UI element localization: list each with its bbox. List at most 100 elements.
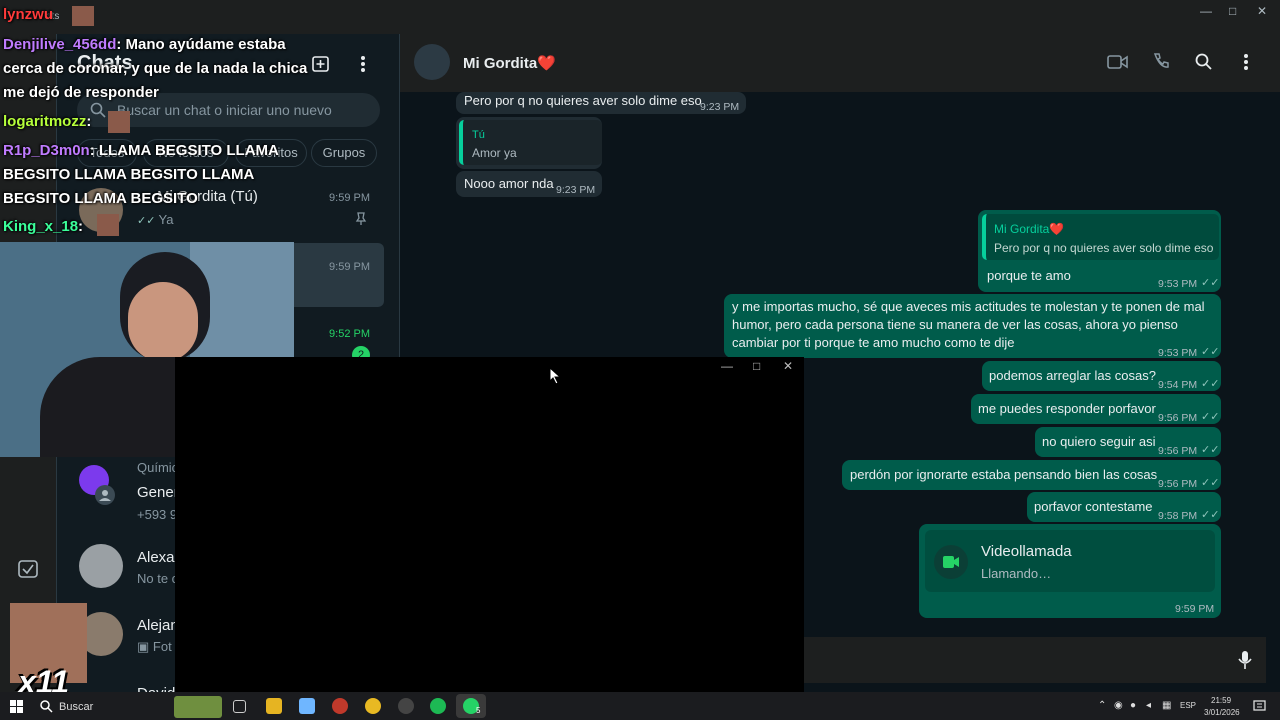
message-incoming[interactable]: Tú Amor ya: [456, 117, 602, 169]
quoted-message[interactable]: Mi Gordita❤️ Pero por q no quieres aver …: [982, 214, 1219, 260]
call-card[interactable]: Videollamada Llamando…: [925, 530, 1215, 592]
avatar: [79, 544, 123, 588]
quote-author: Mi Gordita❤️: [994, 222, 1065, 236]
minimize-button[interactable]: —: [1200, 4, 1212, 18]
message-text: porque te amo: [987, 268, 1071, 283]
message-outgoing[interactable]: perdón por ignorarte estaba pensando bie…: [842, 460, 1221, 490]
microphone-icon[interactable]: ●: [1130, 700, 1136, 711]
filter-groups[interactable]: Grupos: [311, 139, 377, 167]
task-view-icon[interactable]: [233, 700, 246, 713]
call-title: Videollamada: [981, 543, 1072, 560]
read-ticks-icon: ✓✓: [1201, 346, 1220, 358]
chrome-icon[interactable]: [365, 698, 381, 714]
chat-message: BEGSITO LLAMA BEGSITO LLAMA: [3, 166, 255, 183]
file-explorer-icon[interactable]: [266, 698, 282, 714]
quote-text: Pero por q no quieres aver solo dime eso: [994, 241, 1214, 255]
menu-icon[interactable]: [355, 54, 371, 74]
notifications-icon[interactable]: [1253, 700, 1266, 712]
mouse-cursor-icon: [549, 367, 562, 385]
phone-icon[interactable]: [1152, 52, 1170, 70]
group-icon: [95, 485, 115, 505]
compose-bar[interactable]: [804, 637, 1266, 683]
minimize-button[interactable]: —: [721, 359, 733, 373]
search-icon[interactable]: [40, 700, 53, 713]
chat-username: lynzwu: [3, 6, 54, 23]
message-text: no quiero seguir asi: [1042, 434, 1156, 449]
stream-chat-line: lynzwu: [3, 6, 53, 23]
close-button[interactable]: ✕: [783, 359, 793, 373]
chat-message: me dejó de responder: [3, 84, 159, 101]
tray-chevron-icon[interactable]: ⌃: [1098, 700, 1106, 711]
notepad-icon[interactable]: [299, 698, 315, 714]
message-time: 9:53 PM: [1158, 347, 1198, 359]
new-chat-icon[interactable]: [311, 54, 331, 74]
quote-text: Amor ya: [472, 146, 517, 160]
clock-date[interactable]: 3/01/2026: [1204, 708, 1240, 717]
language-indicator[interactable]: ESP: [1180, 701, 1196, 710]
message-time: 9:56 PM: [1158, 478, 1198, 490]
contact-name[interactable]: Mi Gordita❤️: [463, 54, 556, 72]
webcam-face: [128, 282, 198, 362]
group-community: Químic: [137, 460, 179, 475]
windows-start-icon[interactable]: [10, 700, 23, 713]
taskbar-search-label[interactable]: Buscar: [59, 701, 93, 713]
message-incoming[interactable]: Nooo amor nda 9:23 PM: [456, 171, 602, 197]
chat-username: R1p_D3m0n: [3, 142, 90, 159]
read-ticks-icon: ✓✓: [1201, 411, 1220, 423]
message-outgoing[interactable]: Mi Gordita❤️ Pero por q no quieres aver …: [978, 210, 1221, 292]
maximize-button[interactable]: □: [1229, 4, 1236, 18]
search-icon[interactable]: [1195, 53, 1213, 71]
whatsapp-badge: 5: [476, 706, 481, 715]
read-ticks-icon: ✓✓: [1201, 477, 1220, 489]
microphone-icon[interactable]: [1238, 650, 1252, 670]
quoted-message[interactable]: Tú Amor ya: [459, 120, 602, 165]
message-text: podemos arreglar las cosas?: [989, 368, 1156, 383]
message-outgoing[interactable]: no quiero seguir asi 9:56 PM ✓✓: [1035, 427, 1221, 457]
chat-message: : Mano ayúdame estaba: [116, 36, 286, 53]
message-outgoing[interactable]: y me importas mucho, sé que aveces mis a…: [724, 294, 1221, 359]
chat-time: 9:52 PM: [329, 328, 370, 340]
message-outgoing[interactable]: porfavor contestame 9:58 PM ✓✓: [1027, 492, 1221, 522]
black-window[interactable]: — □ ✕: [175, 357, 804, 692]
message-text: perdón por ignorarte estaba pensando bie…: [850, 467, 1158, 482]
message-time: 9:23 PM: [700, 101, 740, 113]
clock-time[interactable]: 21:59: [1211, 696, 1231, 705]
emote-icon: [97, 214, 119, 236]
tray-app-icon[interactable]: ◉: [1114, 700, 1123, 711]
whatsapp-task-active[interactable]: 5: [456, 694, 486, 718]
chat-name: Alejan: [137, 617, 179, 634]
chat-username: Denjilive_456dd: [3, 36, 117, 53]
message-outgoing[interactable]: me puedes responder porfavor 9:56 PM ✓✓: [971, 394, 1221, 424]
message-outgoing[interactable]: podemos arreglar las cosas? 9:54 PM ✓✓: [982, 361, 1221, 391]
close-button[interactable]: ✕: [1257, 4, 1267, 18]
chat-message: : LLAMA BEGSITO LLAMA: [89, 142, 279, 159]
message-time: 9:23 PM: [556, 184, 596, 196]
volume-icon[interactable]: ◂: [1146, 700, 1151, 711]
message-time: 9:56 PM: [1158, 412, 1198, 424]
message-time: 9:56 PM: [1158, 445, 1198, 457]
quote-author: Tú: [472, 129, 485, 141]
message-time: 9:53 PM: [1158, 278, 1198, 290]
video-call-message[interactable]: Videollamada Llamando… 9:59 PM: [919, 524, 1221, 618]
maximize-button[interactable]: □: [753, 359, 760, 373]
contact-avatar[interactable]: [414, 44, 450, 80]
message-incoming[interactable]: Pero por q no quieres aver solo dime eso…: [456, 92, 746, 114]
chat-preview: Fot: [152, 639, 172, 654]
spotify-icon[interactable]: [430, 698, 446, 714]
app-icon[interactable]: [332, 698, 348, 714]
read-ticks-icon: ✓✓: [1201, 444, 1220, 456]
menu-icon[interactable]: [1240, 53, 1252, 71]
message-time: 9:59 PM: [1175, 603, 1215, 615]
search-highlight-image: [174, 696, 222, 718]
read-ticks-icon: ✓✓: [1201, 378, 1220, 390]
chat-message: :: [86, 113, 92, 130]
network-icon[interactable]: ▦: [1162, 700, 1171, 711]
obs-icon[interactable]: [398, 698, 414, 714]
chat-preview: +593 9: [137, 507, 178, 522]
chat-preview: No te c: [137, 571, 179, 586]
photo-icon: ▣: [137, 639, 153, 654]
video-call-icon[interactable]: [1107, 54, 1129, 70]
conversation-header[interactable]: Mi Gordita❤️: [400, 34, 1280, 92]
new-chat-icon[interactable]: [17, 559, 39, 581]
message-text: Nooo amor nda: [464, 176, 554, 191]
